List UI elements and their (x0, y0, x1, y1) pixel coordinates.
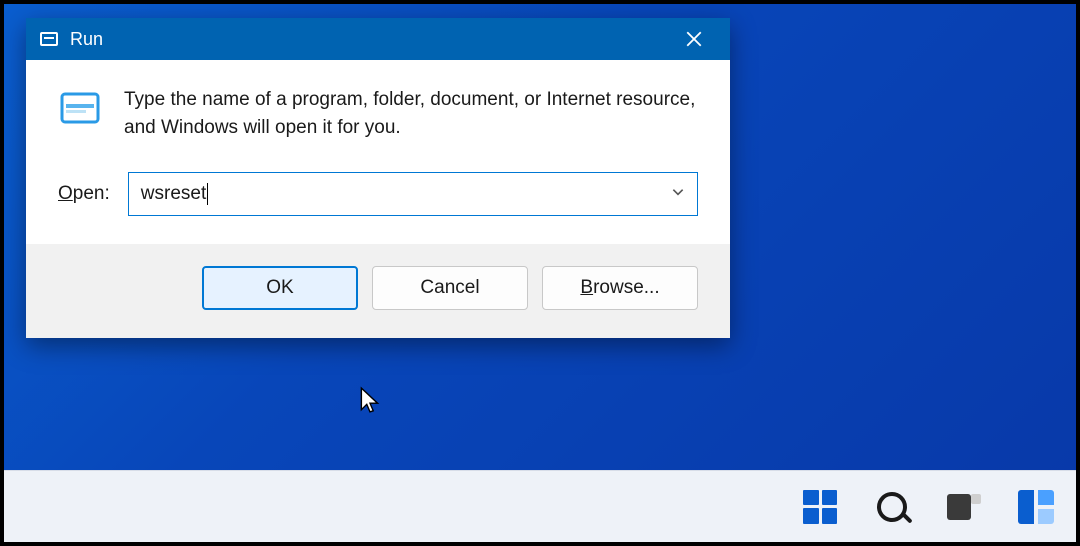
open-combobox[interactable]: wsreset (128, 172, 698, 216)
button-row: OK Cancel Browse... (26, 244, 730, 338)
run-app-icon (58, 86, 102, 135)
window-title: Run (70, 29, 672, 50)
search-button[interactable] (856, 475, 928, 539)
open-row: Open: wsreset (26, 160, 730, 244)
taskbar (4, 470, 1076, 542)
close-button[interactable] (672, 18, 716, 60)
desktop-wallpaper: Run Type the name of a program, folder, … (3, 3, 1077, 543)
open-input-value: wsreset (141, 183, 208, 205)
run-title-icon (40, 32, 58, 46)
widgets-button[interactable] (1000, 475, 1072, 539)
windows-logo-icon (803, 490, 837, 524)
taskview-icon (947, 494, 981, 520)
taskview-button[interactable] (928, 475, 1000, 539)
widgets-icon (1018, 490, 1054, 524)
mouse-cursor-icon (359, 386, 381, 419)
ok-button[interactable]: OK (202, 266, 358, 310)
cancel-button[interactable]: Cancel (372, 266, 528, 310)
start-button[interactable] (784, 475, 856, 539)
run-dialog: Run Type the name of a program, folder, … (26, 18, 730, 338)
chevron-down-icon[interactable] (671, 183, 685, 205)
dialog-description: Type the name of a program, folder, docu… (124, 86, 698, 142)
open-label: Open: (58, 183, 110, 205)
search-icon (877, 492, 907, 522)
titlebar[interactable]: Run (26, 18, 730, 60)
close-icon (685, 30, 703, 48)
dialog-body: Type the name of a program, folder, docu… (26, 60, 730, 160)
browse-button[interactable]: Browse... (542, 266, 698, 310)
